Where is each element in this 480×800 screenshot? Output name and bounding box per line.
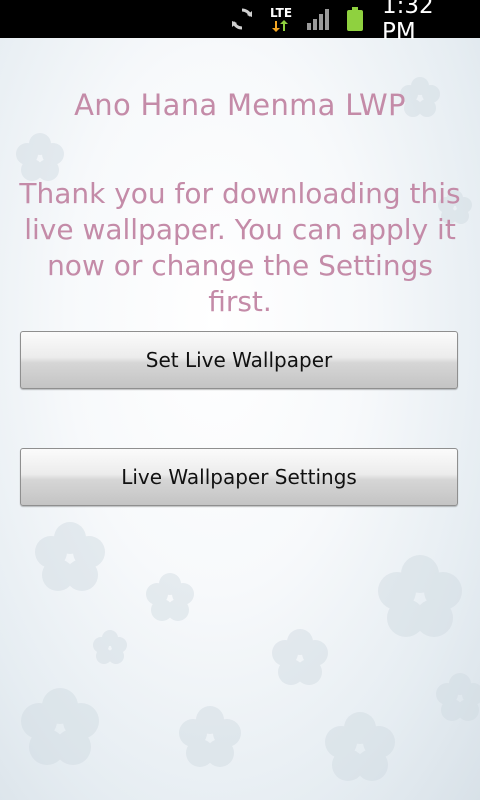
signal-icon [304, 0, 334, 38]
background-flower-pattern [16, 77, 480, 781]
battery-icon [344, 0, 366, 38]
data-arrows-icon [272, 19, 288, 32]
intro-message: Thank you for downloading this live wall… [19, 177, 461, 318]
status-bar: LTE 1:32 PM [0, 0, 480, 45]
network-type-label: LTE [269, 5, 293, 20]
sync-icon [226, 0, 258, 38]
set-live-wallpaper-label: Set Live Wallpaper [145, 348, 333, 372]
set-live-wallpaper-button[interactable]: Set Live Wallpaper [20, 331, 458, 389]
live-wallpaper-settings-label: Live Wallpaper Settings [121, 465, 357, 489]
lte-data-icon: LTE [266, 0, 296, 38]
app-screen: LTE 1:32 PM Ano Hana Menma LWP Thank you… [0, 0, 480, 800]
app-title: Ano Hana Menma LWP [74, 88, 406, 122]
status-clock: 1:32 PM [382, 0, 434, 45]
live-wallpaper-settings-button[interactable]: Live Wallpaper Settings [20, 448, 458, 506]
